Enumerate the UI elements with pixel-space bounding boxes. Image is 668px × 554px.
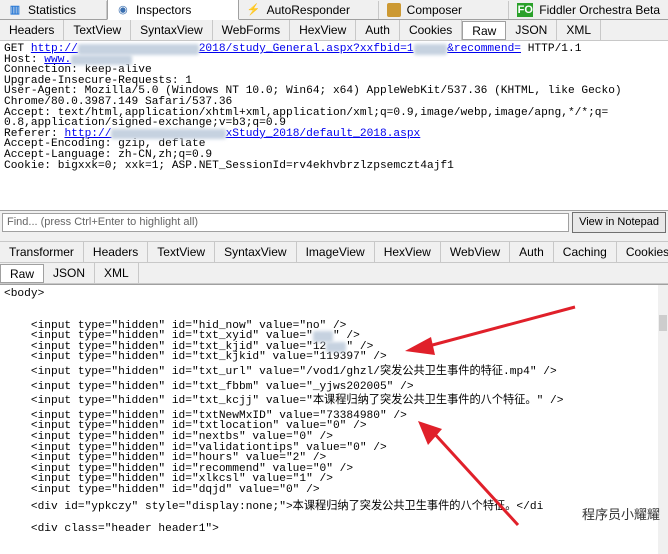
request-tabbar: Headers TextView SyntaxView WebForms Hex… [0,20,668,41]
resp-tab-transformer[interactable]: Transformer [0,242,84,262]
view-in-notepad-button[interactable]: View in Notepad [572,211,666,233]
response-line: <input type="hidden" id="nextbs" value="… [4,430,333,443]
request-line: Host: www.xxxxxxxxx [4,54,664,66]
request-line: Cookie: bigxxk=0; xxk=1; ASP.NET_Session… [4,159,454,172]
request-line: GET http://xxxxxxxxxxxxxxxxxx2018/study_… [4,43,664,55]
req-tab-auth[interactable]: Auth [356,20,400,40]
inspectors-icon: ◉ [118,3,128,16]
lightning-icon: ⚡ [246,4,261,16]
redacted-host: xxxxxxxxxxxxxxxxx [111,128,226,140]
top-tabbar: ▥ Statistics ◉ Inspectors ⚡ AutoResponde… [0,0,668,20]
resp-tab-json[interactable]: JSON [44,263,96,283]
tab-fiddler-orchestra[interactable]: FO Fiddler Orchestra Beta [509,1,668,19]
fo-icon: FO [517,3,534,17]
request-line: Accept-Language: zh-CN,zh;q=0.9 [4,148,213,161]
text: xStudy_2018/default_2018.aspx [225,127,421,140]
req-tab-webforms[interactable]: WebForms [213,20,291,40]
redacted-host: xxxxxxxxx [71,54,132,66]
response-line: <div id="ypkczy" style="display:none;">本… [4,500,544,513]
resp-tab-imageview[interactable]: ImageView [297,242,375,262]
find-input[interactable]: Find... (press Ctrl+Enter to highlight a… [2,212,570,232]
req-tab-xml[interactable]: XML [557,20,602,40]
response-line: <div class="header header1"> [4,523,219,536]
request-raw-text[interactable]: GET http://xxxxxxxxxxxxxxxxxx2018/study_… [0,41,668,211]
response-line: <body> [4,288,45,300]
text: 2018/study_General.aspx?xxfbid=1 [198,43,414,55]
tab-label: Composer [406,3,463,17]
redacted-host: xxxxxxxxxxxxxxxxxx [77,44,199,55]
req-tab-raw[interactable]: Raw [462,21,507,40]
req-tab-json[interactable]: JSON [506,20,558,40]
resp-tab-auth[interactable]: Auth [510,242,554,262]
tab-autoresponder[interactable]: ⚡ AutoResponder [239,1,379,19]
resp-tab-raw[interactable]: Raw [0,264,45,283]
response-subtabbar: Raw JSON XML [0,263,668,284]
resp-tab-textview[interactable]: TextView [148,242,216,262]
watermark-text: 程序员小耀耀 [581,507,660,522]
tab-label: Inspectors [135,2,192,17]
response-tabbar: Transformer Headers TextView SyntaxView … [0,241,668,263]
find-bar: Find... (press Ctrl+Enter to highlight a… [0,211,668,233]
resp-tab-cookies[interactable]: Cookies [617,242,668,262]
response-raw-text[interactable]: <body> <input type="hidden" id="hid_now"… [0,284,668,554]
redacted-value: xxx [326,341,347,353]
tab-label: Statistics [28,3,77,17]
tab-composer[interactable]: Composer [379,1,510,19]
resp-tab-headers[interactable]: Headers [84,242,149,262]
resp-tab-syntaxview[interactable]: SyntaxView [215,242,297,262]
tab-label: AutoResponder [266,3,350,17]
response-line: <input type="hidden" id="txt_fbbm" value… [4,380,414,393]
req-tab-cookies[interactable]: Cookies [400,20,463,40]
tab-statistics[interactable]: ▥ Statistics [0,1,107,19]
text: HTTP/1.1 [521,43,582,55]
redacted-id: xxxxx [413,44,448,55]
resp-tab-caching[interactable]: Caching [554,242,617,262]
tab-inspectors[interactable]: ◉ Inspectors [106,0,239,20]
resp-tab-webview[interactable]: WebView [441,242,511,262]
resp-tab-xml[interactable]: XML [95,263,139,283]
composer-icon [386,3,401,17]
req-tab-hexview[interactable]: HexView [290,20,357,40]
request-line: Chrome/80.0.3987.149 Safari/537.36 [4,95,233,108]
scrollbar-thumb[interactable] [659,315,667,331]
pane-splitter[interactable] [0,233,668,241]
response-line: <input type="hidden" id="txt_url" value=… [4,365,557,378]
response-line: <input type="hidden" id="txt_kjkid" valu… [4,351,387,364]
response-line: <input type="hidden" id="dqjd" value="0"… [4,483,320,496]
resp-tab-hexview[interactable]: HexView [375,242,441,262]
text: &recommend= [447,43,521,55]
req-tab-textview[interactable]: TextView [64,20,132,40]
referer-link[interactable]: http://xxxxxxxxxxxxxxxxxxStudy_2018/defa… [64,128,420,140]
req-tab-syntaxview[interactable]: SyntaxView [131,20,213,40]
response-line: <input type="hidden" id="txt_kcjj" value… [4,395,564,408]
req-tab-headers[interactable]: Headers [0,20,65,40]
tab-label: Fiddler Orchestra Beta [539,3,661,17]
statistics-icon: ▥ [9,4,21,16]
